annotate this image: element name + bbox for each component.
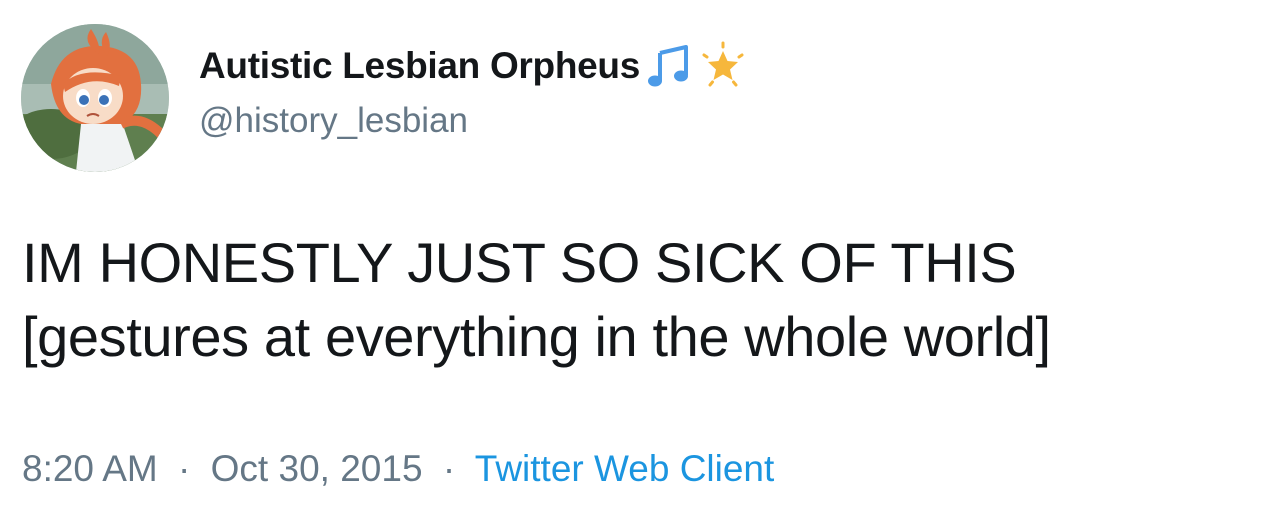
- tweet-card: Autistic Lesbian Orpheus @history_lesbia…: [0, 0, 1288, 524]
- name-row: Autistic Lesbian Orpheus: [199, 40, 748, 92]
- tweet-text-line: IM HONESTLY JUST SO SICK OF THIS: [22, 231, 1017, 294]
- music-notes-icon: [644, 41, 694, 91]
- meta-separator: ·: [442, 448, 456, 489]
- tweet-source-link[interactable]: Twitter Web Client: [475, 448, 775, 489]
- display-name[interactable]: Autistic Lesbian Orpheus: [199, 45, 640, 87]
- avatar-image: [21, 24, 169, 172]
- user-handle[interactable]: @history_lesbian: [199, 101, 468, 141]
- tweet-text: IM HONESTLY JUST SO SICK OF THIS [gestur…: [22, 226, 1272, 374]
- tweet-date[interactable]: Oct 30, 2015: [211, 448, 423, 489]
- tweet-meta: 8:20 AM · Oct 30, 2015 · Twitter Web Cli…: [22, 448, 774, 490]
- glowing-star-icon: [698, 41, 748, 91]
- tweet-text-line: [gestures at everything in the whole wor…: [22, 305, 1051, 368]
- meta-separator: ·: [178, 448, 191, 489]
- avatar[interactable]: [21, 24, 169, 172]
- tweet-time[interactable]: 8:20 AM: [22, 448, 158, 489]
